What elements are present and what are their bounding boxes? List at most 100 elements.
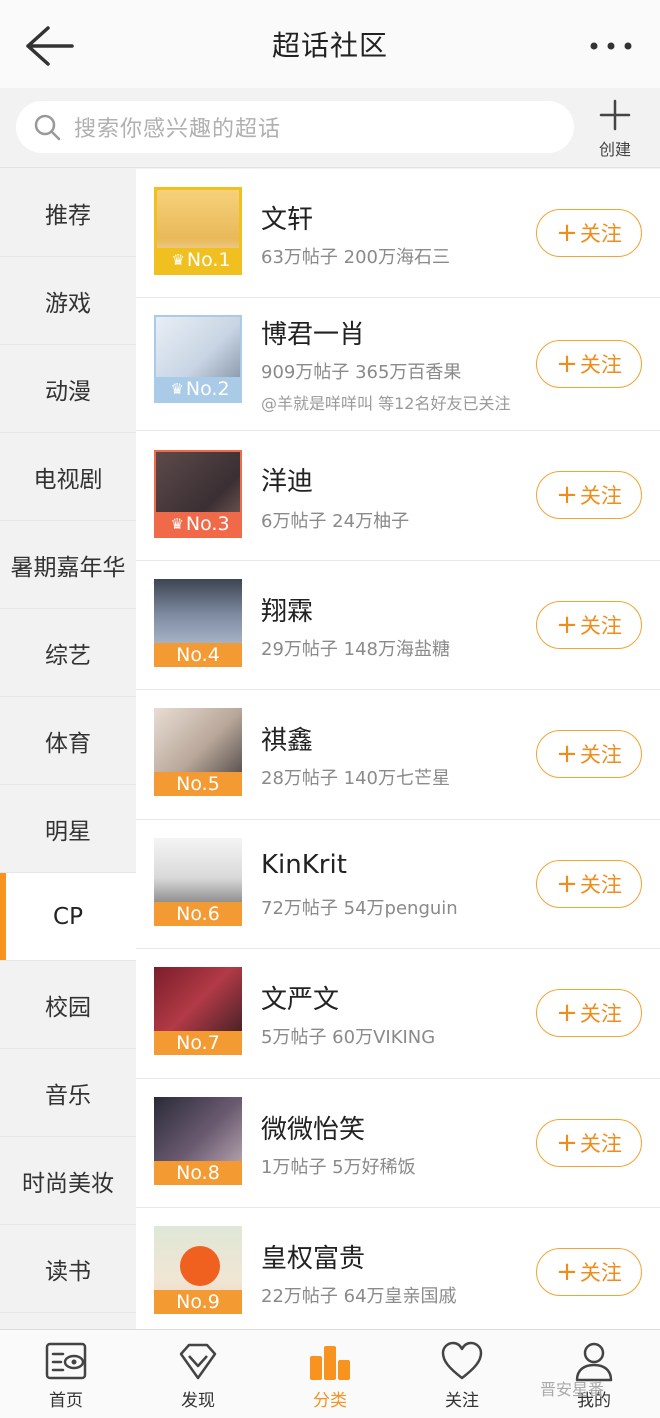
list-item[interactable]: No.9 皇权富贵 22万帖子 64万皇亲国戚 + 关注	[136, 1208, 660, 1329]
sidebar-item-label: 时尚美妆	[22, 1170, 114, 1197]
nav-label: 首页	[49, 1391, 83, 1411]
plus-icon: +	[556, 218, 578, 248]
nav-follow[interactable]: 关注	[396, 1330, 528, 1418]
topic-name: 洋迪	[261, 467, 314, 497]
plus-icon: +	[556, 349, 578, 379]
sidebar-item-label: 综艺	[45, 642, 91, 669]
topic-thumbnail: ♛ No.2	[154, 315, 242, 403]
topic-thumbnail: No.8	[154, 1097, 242, 1185]
nav-label: 关注	[445, 1391, 479, 1411]
topic-thumbnail: No.4	[154, 579, 242, 667]
sidebar-item-label: 暑期嘉年华	[10, 554, 126, 581]
nav-home[interactable]: 首页	[0, 1330, 132, 1418]
crown-icon: ♛	[170, 515, 184, 533]
sidebar-item-label: 校园	[45, 994, 91, 1021]
more-dots-icon	[590, 42, 632, 50]
sidebar-item-label: 音乐	[45, 1082, 91, 1109]
list-item[interactable]: No.4 翔霖 29万帖子 148万海盐糖 + 关注	[136, 561, 660, 690]
topic-name: KinKrit	[261, 850, 347, 880]
topic-stats: 5万帖子 60万VIKING	[261, 1027, 436, 1048]
sidebar-item-label: CP	[53, 903, 83, 930]
topic-name: 文轩	[261, 205, 314, 235]
follow-button[interactable]: + 关注	[536, 1119, 642, 1167]
list-item[interactable]: No.7 文严文 5万帖子 60万VIKING + 关注	[136, 949, 660, 1079]
sidebar-item-reading[interactable]: 读书	[0, 1225, 136, 1313]
nav-category[interactable]: 分类	[264, 1330, 396, 1418]
topic-stats: 28万帖子 140万七芒星	[261, 768, 450, 789]
friends-followed-text: @羊就是咩咩叫 等12名好友已关注	[261, 394, 511, 413]
more-button[interactable]	[588, 36, 634, 56]
topic-stats: 63万帖子 200万海石三	[261, 247, 450, 268]
nav-discover[interactable]: 发现	[132, 1330, 264, 1418]
sidebar-item-fashion[interactable]: 时尚美妆	[0, 1137, 136, 1225]
rank-badge: ♛ No.3	[156, 512, 240, 536]
sidebar-item-games[interactable]: 游戏	[0, 257, 136, 345]
plus-icon: +	[556, 739, 578, 769]
rank-badge: No.6	[154, 902, 242, 926]
follow-button[interactable]: + 关注	[536, 989, 642, 1037]
nav-profile[interactable]: 我的	[528, 1330, 660, 1418]
heart-icon	[441, 1341, 483, 1380]
sidebar-item-label: 游戏	[45, 290, 91, 317]
sidebar-item-variety[interactable]: 综艺	[0, 609, 136, 697]
app-root: 超话社区 搜索你感兴趣的超话 创建 推荐 游戏 动漫 电视剧 暑期嘉年华 综艺 …	[0, 0, 660, 1418]
topic-thumbnail: No.5	[154, 708, 242, 796]
topic-thumbnail: No.7	[154, 967, 242, 1055]
bottom-nav: 首页 发现 分类 关注 我的	[0, 1329, 660, 1418]
topic-list: ♛ No.1 文轩 63万帖子 200万海石三 + 关注 ♛ No.2 博君一肖 90…	[136, 169, 660, 1329]
plus-icon: +	[556, 1128, 578, 1158]
sidebar-item-celebrity[interactable]: 明星	[0, 785, 136, 873]
plus-icon: +	[556, 869, 578, 899]
topic-stats: 909万帖子 365万百香果	[261, 362, 462, 383]
crown-icon: ♛	[171, 251, 185, 269]
follow-button[interactable]: + 关注	[536, 860, 642, 908]
follow-button[interactable]: + 关注	[536, 340, 642, 388]
topic-stats: 72万帖子 54万penguin	[261, 898, 458, 919]
plus-icon: +	[556, 480, 578, 510]
sidebar-item-tv-drama[interactable]: 电视剧	[0, 433, 136, 521]
sidebar-item-sports[interactable]: 体育	[0, 697, 136, 785]
sidebar-item-label: 明星	[45, 818, 91, 845]
list-item[interactable]: No.5 祺鑫 28万帖子 140万七芒星 + 关注	[136, 690, 660, 820]
topic-thumbnail: ♛ No.1	[154, 187, 242, 275]
sidebar-item-anime[interactable]: 动漫	[0, 345, 136, 433]
search-placeholder: 搜索你感兴趣的超话	[74, 117, 282, 142]
back-button[interactable]	[22, 22, 76, 70]
topic-thumbnail: No.6	[154, 838, 242, 926]
sidebar-item-label: 推荐	[45, 202, 91, 229]
nav-label: 分类	[313, 1391, 347, 1411]
follow-button[interactable]: + 关注	[536, 730, 642, 778]
sidebar-item-music[interactable]: 音乐	[0, 1049, 136, 1137]
follow-button[interactable]: + 关注	[536, 471, 642, 519]
list-item[interactable]: No.8 微微怡笑 1万帖子 5万好稀饭 + 关注	[136, 1079, 660, 1208]
follow-button[interactable]: + 关注	[536, 1248, 642, 1296]
follow-button[interactable]: + 关注	[536, 601, 642, 649]
sidebar-item-summer-carnival[interactable]: 暑期嘉年华	[0, 521, 136, 609]
plus-icon: +	[556, 610, 578, 640]
top-bar: 超话社区	[0, 0, 660, 88]
topic-stats: 29万帖子 148万海盐糖	[261, 639, 450, 660]
search-row: 搜索你感兴趣的超话 创建	[0, 88, 660, 168]
topic-stats: 22万帖子 64万皇亲国戚	[261, 1286, 457, 1307]
search-input[interactable]: 搜索你感兴趣的超话	[16, 101, 574, 153]
topic-name: 祺鑫	[261, 726, 314, 756]
sidebar-item-recommend[interactable]: 推荐	[0, 169, 136, 257]
rank-badge: ♛ No.1	[157, 248, 239, 272]
list-item[interactable]: No.6 KinKrit 72万帖子 54万penguin + 关注	[136, 820, 660, 949]
topic-name: 文严文	[261, 985, 340, 1015]
topic-stats: 1万帖子 5万好稀饭	[261, 1157, 416, 1178]
crown-icon: ♛	[170, 380, 184, 398]
follow-button[interactable]: + 关注	[536, 209, 642, 257]
sidebar-item-label: 电视剧	[33, 466, 103, 493]
list-item[interactable]: ♛ No.3 洋迪 6万帖子 24万柚子 + 关注	[136, 431, 660, 561]
plus-icon: +	[556, 998, 578, 1028]
category-sidebar: 推荐 游戏 动漫 电视剧 暑期嘉年华 综艺 体育 明星 CP 校园 音乐 时尚美…	[0, 169, 136, 1329]
rank-badge: No.4	[154, 643, 242, 667]
create-button[interactable]: 创建	[590, 98, 640, 162]
sidebar-item-cp[interactable]: CP	[0, 873, 136, 961]
sidebar-item-campus[interactable]: 校园	[0, 961, 136, 1049]
plus-icon: +	[556, 1257, 578, 1287]
list-item[interactable]: ♛ No.2 博君一肖 909万帖子 365万百香果 @羊就是咩咩叫 等12名好友…	[136, 298, 660, 431]
sidebar-item-label: 体育	[45, 730, 91, 757]
list-item[interactable]: ♛ No.1 文轩 63万帖子 200万海石三 + 关注	[136, 169, 660, 298]
